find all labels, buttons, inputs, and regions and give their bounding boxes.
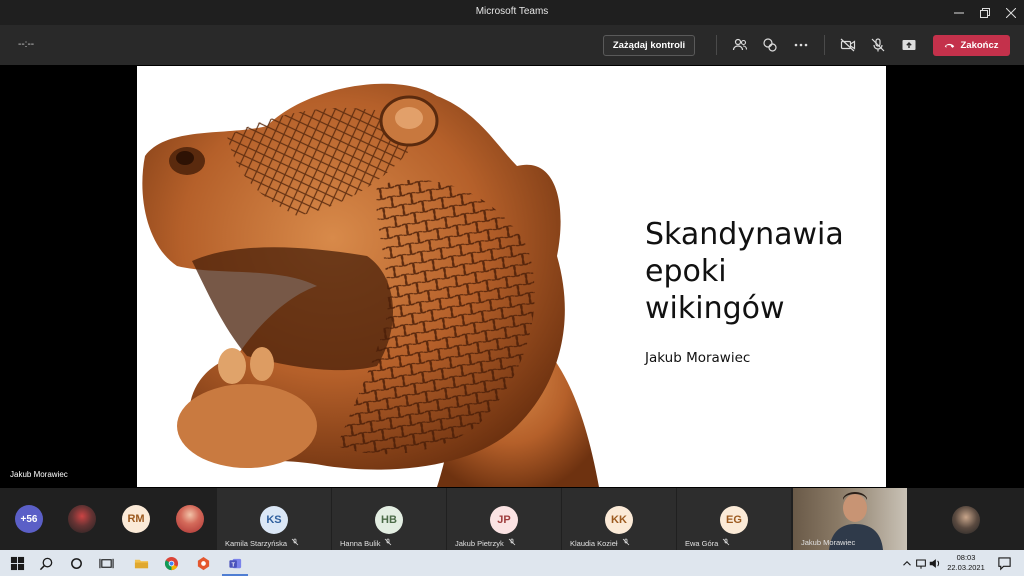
chat-button[interactable] xyxy=(761,37,779,53)
participant-tile[interactable]: KK Klaudia Kozieł xyxy=(562,488,676,550)
clock-time: 08:03 xyxy=(956,553,976,562)
restore-icon xyxy=(980,7,990,18)
window-title: Microsoft Teams xyxy=(475,6,549,17)
participant-avatar: KS xyxy=(260,506,288,534)
people-icon xyxy=(732,38,748,51)
cortana-circle-icon xyxy=(70,557,82,569)
participant-tile[interactable]: JP Jakub Pietrzyk xyxy=(447,488,561,550)
microphone-off-icon xyxy=(508,538,516,548)
end-meeting-label: Zakończ xyxy=(960,40,999,51)
end-meeting-button[interactable]: Zakończ xyxy=(933,35,1010,56)
participant-name: Ewa Góra xyxy=(685,538,719,548)
participant-name-label: Ewa Góra xyxy=(685,538,730,548)
svg-text:T: T xyxy=(231,562,235,568)
participant-avatar-rm[interactable]: RM xyxy=(122,505,150,533)
microphone-off-icon xyxy=(384,538,392,548)
slide-title-line: epoki xyxy=(645,254,727,289)
microphone-off-icon xyxy=(291,538,299,548)
participant-name-label: Klaudia Kozieł xyxy=(570,538,630,548)
microphone-off-icon xyxy=(871,38,885,52)
close-icon xyxy=(1006,7,1016,18)
title-bar: Microsoft Teams xyxy=(0,0,1024,25)
share-tray-icon xyxy=(902,40,916,50)
teams-icon: T xyxy=(228,558,241,568)
participant-photo-avatar[interactable] xyxy=(952,506,980,534)
notifications-button[interactable] xyxy=(994,553,1014,573)
participant-name-label: Hanna Bulik xyxy=(340,538,392,548)
participant-video-tile[interactable]: Jakub Morawiec xyxy=(793,488,907,550)
share-screen-button[interactable] xyxy=(900,37,918,53)
toolbar-divider xyxy=(716,35,717,55)
presentation-slide: Skandynawia epoki wikingów Jakub Morawie… xyxy=(137,66,886,487)
slide-title-line: wikingów xyxy=(645,291,785,326)
camera-off-icon xyxy=(840,38,856,52)
viking-dragon-head-carving-image xyxy=(142,83,599,487)
notification-speech-bubble-icon xyxy=(997,556,1011,570)
taskbar-clock[interactable]: 08:03 22.03.2021 xyxy=(944,553,988,573)
participant-name-label: Kamila Starzyńska xyxy=(225,538,299,548)
participants-button[interactable] xyxy=(731,37,749,53)
toolbar-divider xyxy=(824,35,825,55)
volume-icon xyxy=(929,558,940,568)
shared-content-stage: Skandynawia epoki wikingów Jakub Morawie… xyxy=(0,65,1024,488)
search-button[interactable] xyxy=(36,553,56,573)
red-app-icon xyxy=(197,556,209,570)
request-control-button[interactable]: Zażądaj kontroli xyxy=(603,35,695,56)
tray-overflow-button[interactable] xyxy=(900,553,914,573)
participant-avatar: HB xyxy=(375,506,403,534)
participant-avatar: EG xyxy=(720,506,748,534)
network-icon xyxy=(916,558,926,569)
close-button[interactable] xyxy=(996,0,1024,25)
minimize-icon xyxy=(954,12,964,13)
phone-hangup-icon xyxy=(945,43,955,48)
task-view-icon xyxy=(98,558,114,568)
slide-title-line: Skandynawia xyxy=(645,217,844,252)
more-actions-button[interactable] xyxy=(792,37,810,53)
clock-date: 22.03.2021 xyxy=(947,563,985,572)
search-icon xyxy=(39,557,52,570)
meeting-timer: --:-- xyxy=(18,39,35,50)
participant-tile[interactable]: HB Hanna Bulik xyxy=(332,488,446,550)
participant-tile[interactable]: EG Ewa Góra xyxy=(677,488,791,550)
participants-strip: +56 RM KS Kamila Starzyńska HB Hanna Bul… xyxy=(0,488,1024,550)
participant-tile[interactable]: KS Kamila Starzyńska xyxy=(217,488,331,550)
slide-author: Jakub Morawiec xyxy=(645,350,751,366)
slide-title: Skandynawia epoki wikingów xyxy=(645,216,844,327)
chrome-icon xyxy=(164,556,178,570)
participant-avatar: KK xyxy=(605,506,633,534)
microphone-toggle-button[interactable] xyxy=(869,37,887,53)
folder-icon xyxy=(134,559,148,568)
cortana-button[interactable] xyxy=(66,553,86,573)
app-button[interactable] xyxy=(193,553,213,573)
windows-logo-icon xyxy=(10,556,24,570)
presenter-name-label: Jakub Morawiec xyxy=(10,470,68,479)
start-button[interactable] xyxy=(7,553,27,573)
participant-name: Hanna Bulik xyxy=(340,538,381,548)
tray-network-button[interactable] xyxy=(914,553,928,573)
participant-name-label: Jakub Morawiec xyxy=(801,538,855,547)
chevron-up-icon xyxy=(903,560,911,566)
teams-taskbar-button[interactable]: T xyxy=(225,553,245,573)
participant-photo-avatar[interactable] xyxy=(68,505,96,533)
participant-name: Klaudia Kozieł xyxy=(570,538,618,548)
participant-avatar: JP xyxy=(490,506,518,534)
participant-name-label: Jakub Pietrzyk xyxy=(455,538,516,548)
participant-name: Jakub Pietrzyk xyxy=(455,538,504,548)
participant-name: Kamila Starzyńska xyxy=(225,538,288,548)
camera-toggle-button[interactable] xyxy=(839,37,857,53)
meeting-toolbar: --:-- Zażądaj kontroli Zakończ xyxy=(0,25,1024,65)
more-participants-badge[interactable]: +56 xyxy=(15,505,43,533)
file-explorer-button[interactable] xyxy=(131,553,151,573)
chrome-button[interactable] xyxy=(161,553,181,573)
microphone-off-icon xyxy=(722,538,730,548)
participant-photo-avatar[interactable] xyxy=(176,505,204,533)
more-icon xyxy=(794,43,808,47)
microphone-off-icon xyxy=(622,538,630,548)
windows-taskbar: T 08:03 22.03.2021 xyxy=(0,550,1024,576)
task-view-button[interactable] xyxy=(96,553,116,573)
participant-name: Jakub Morawiec xyxy=(801,538,856,547)
tray-volume-button[interactable] xyxy=(928,553,942,573)
chat-icon xyxy=(763,38,777,52)
